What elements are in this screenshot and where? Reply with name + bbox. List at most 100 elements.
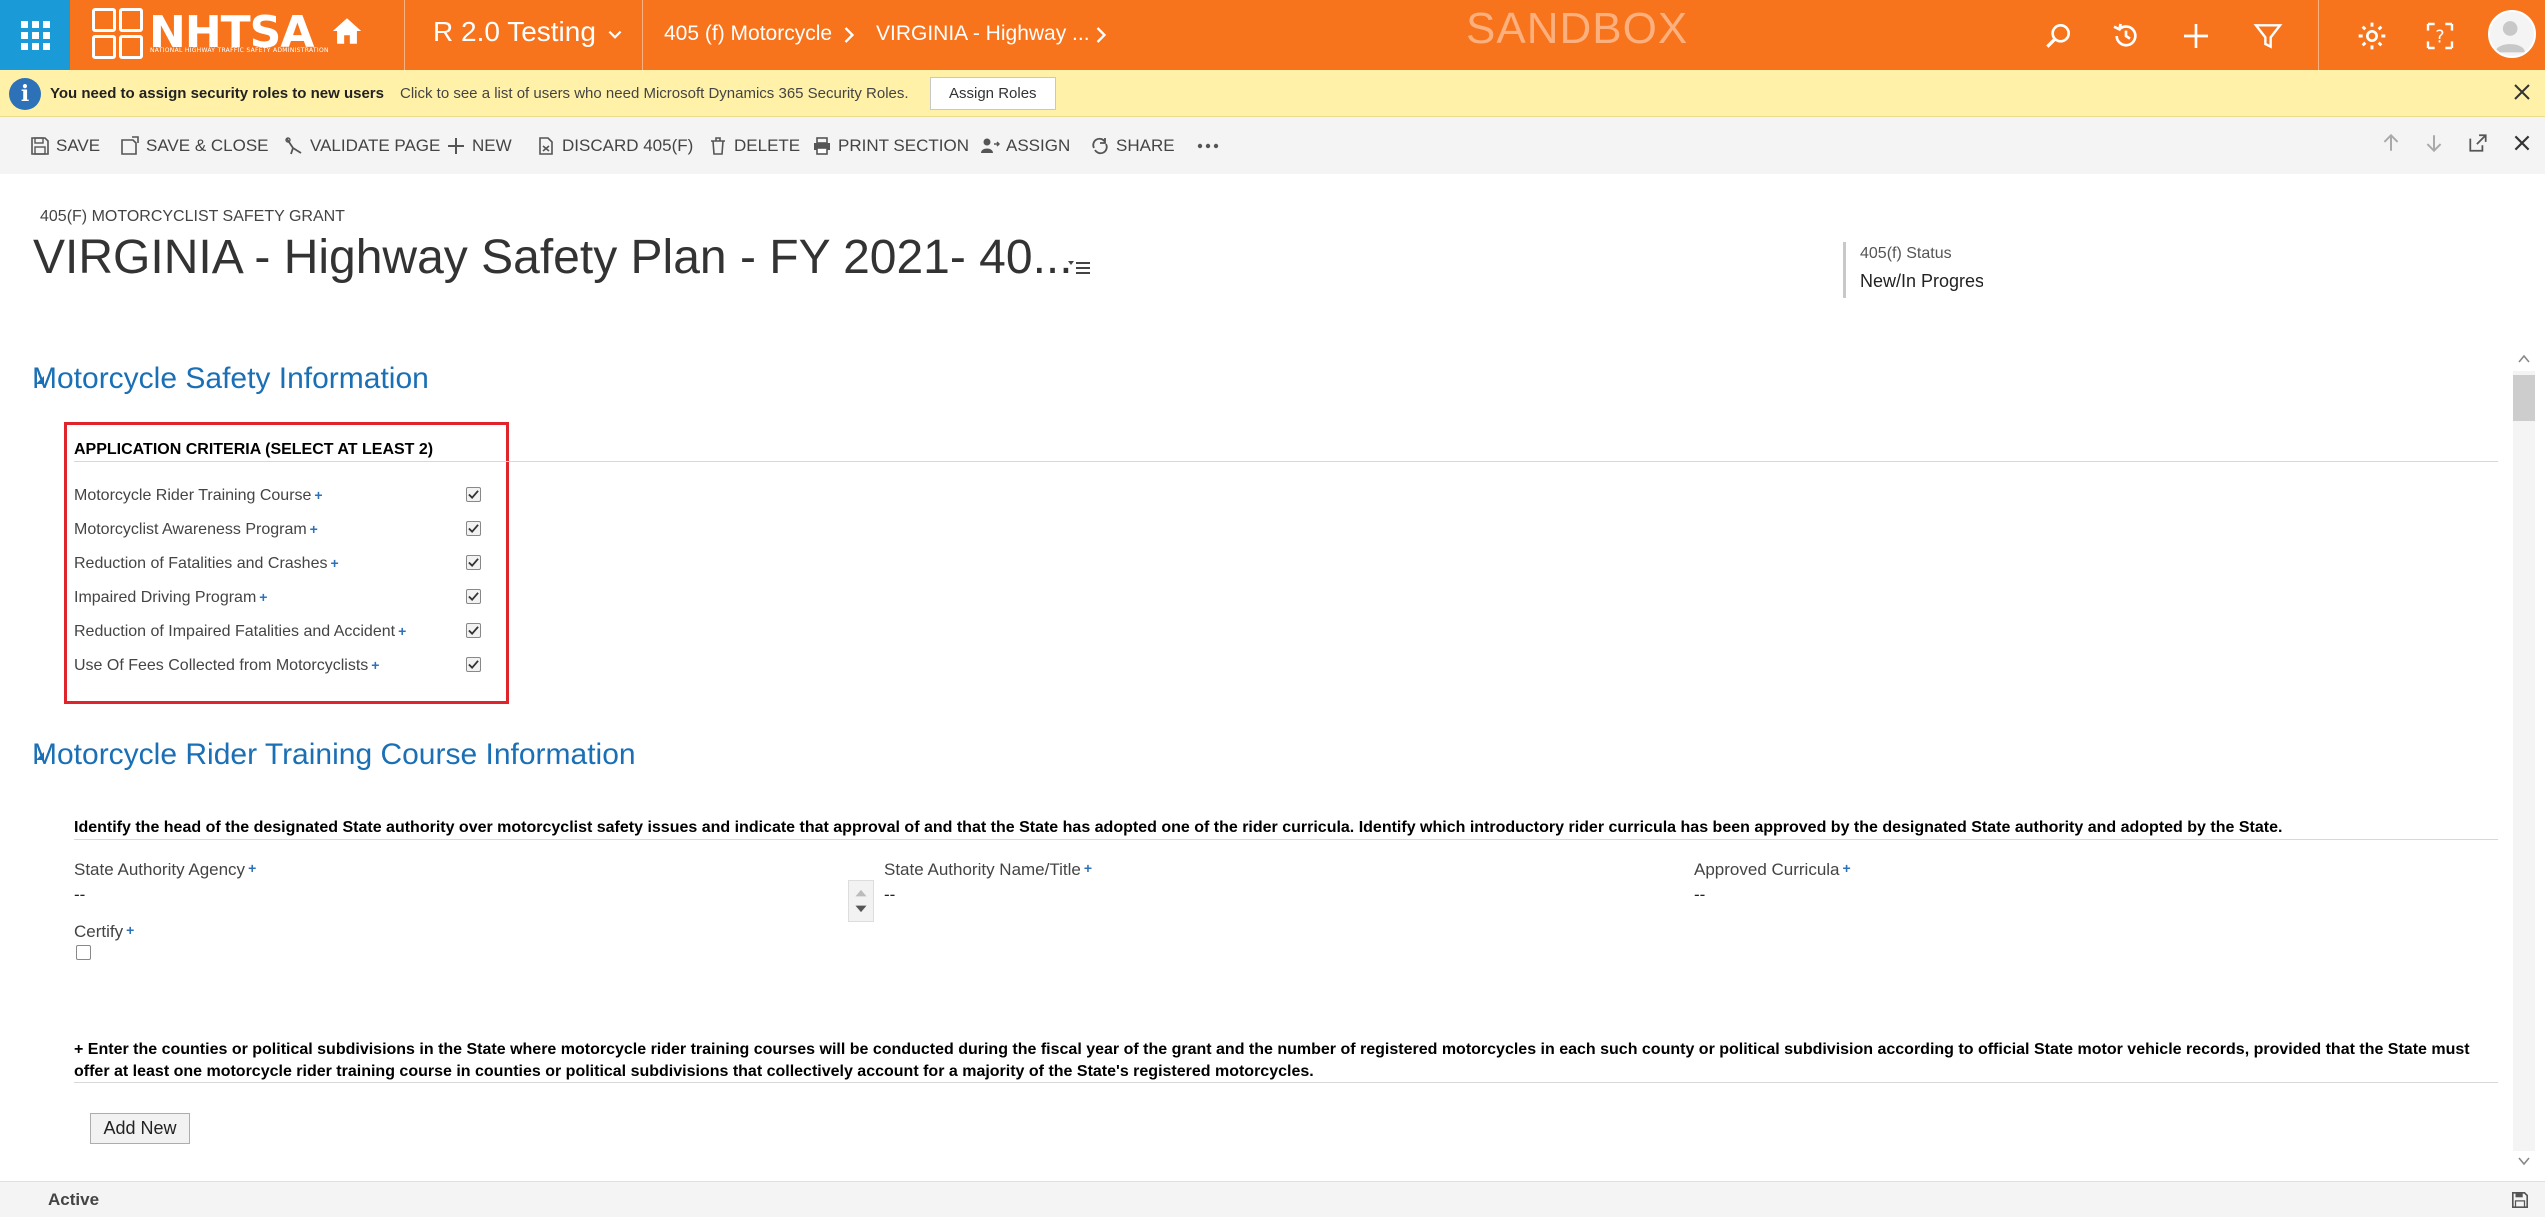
- criteria-row: Motorcyclist Awareness Program +: [74, 517, 484, 545]
- status-bar: Active: [0, 1181, 2545, 1217]
- spinner-arrows-icon: [855, 889, 867, 913]
- pop-out-icon[interactable]: [2467, 132, 2489, 154]
- state-authority-agency-label: State Authority Agency +: [74, 860, 257, 879]
- help-icon[interactable]: ?: [2424, 20, 2456, 52]
- status-label: 405(f) Status: [1860, 245, 1952, 262]
- delete-label: DELETE: [734, 136, 801, 155]
- scroll-thumb[interactable]: [2513, 375, 2535, 421]
- notification-message[interactable]: Click to see a list of users who need Mi…: [400, 85, 909, 102]
- criteria-row: Impaired Driving Program +: [74, 585, 484, 613]
- section-title-motorcycle-safety[interactable]: Motorcycle Safety Information: [32, 362, 429, 396]
- approved-curricula-label: Approved Curricula +: [1694, 860, 1851, 879]
- filter-icon[interactable]: [2252, 20, 2284, 52]
- info-icon: i: [9, 78, 41, 110]
- save-close-label: SAVE & CLOSE: [146, 136, 269, 155]
- app-launcher-button[interactable]: [0, 0, 70, 70]
- chevron-right-icon[interactable]: [1094, 25, 1108, 45]
- discard-label: DISCARD 405(F): [562, 136, 694, 155]
- criteria-row: Reduction of Impaired Fatalities and Acc…: [74, 619, 484, 647]
- spinner-control[interactable]: [848, 880, 874, 922]
- save-icon[interactable]: [2511, 1191, 2529, 1209]
- scroll-track[interactable]: [2513, 371, 2535, 1151]
- breadcrumb-entity[interactable]: 405 (f) Motorcycle: [664, 22, 832, 46]
- approved-curricula-value[interactable]: --: [1694, 885, 1705, 905]
- print-section-label: PRINT SECTION: [838, 136, 969, 155]
- form-selector-icon[interactable]: [1066, 256, 1092, 278]
- close-icon[interactable]: [2510, 80, 2534, 104]
- environment-label: SANDBOX: [1466, 4, 1689, 53]
- waffle-icon: [20, 20, 50, 50]
- app-name[interactable]: R 2.0 Testing: [433, 16, 596, 48]
- state-authority-name-value[interactable]: --: [884, 885, 895, 905]
- assign-label: ASSIGN: [1006, 136, 1071, 155]
- divider: [2318, 0, 2319, 70]
- print-icon: [814, 137, 830, 155]
- counties-instructions: + Enter the counties or political subdiv…: [74, 1041, 2470, 1080]
- save-close-icon: [121, 136, 139, 155]
- validate-page-label: VALIDATE PAGE: [310, 136, 441, 155]
- notification-bar: i You need to assign security roles to n…: [0, 70, 2545, 117]
- add-new-button[interactable]: Add New: [90, 1113, 190, 1144]
- criteria-label: Reduction of Impaired Fatalities and Acc…: [74, 623, 407, 640]
- more-commands-icon[interactable]: [1196, 134, 1220, 158]
- divider: [74, 1082, 2498, 1083]
- vertical-scrollbar[interactable]: [2508, 345, 2538, 1175]
- criteria-checkbox[interactable]: [466, 521, 481, 536]
- plus-icon: [448, 138, 464, 154]
- share-label: SHARE: [1116, 136, 1175, 155]
- certify-checkbox[interactable]: [76, 945, 91, 960]
- criteria-row: Motorcycle Rider Training Course +: [74, 483, 484, 511]
- share-icon: [1092, 137, 1108, 155]
- validate-icon: [285, 137, 302, 155]
- criteria-checkbox[interactable]: [466, 555, 481, 570]
- criteria-label: Use Of Fees Collected from Motorcyclists…: [74, 657, 380, 674]
- home-icon[interactable]: [330, 14, 364, 48]
- print-section-button[interactable]: PRINT SECTION: [812, 134, 969, 158]
- status-value: New/In Progress: [1860, 271, 1983, 291]
- section-title-rider-training[interactable]: Motorcycle Rider Training Course Informa…: [32, 738, 636, 772]
- state-authority-agency-value[interactable]: --: [74, 885, 85, 905]
- discard-icon: [539, 137, 553, 155]
- close-form-icon[interactable]: [2511, 132, 2533, 154]
- discard-button[interactable]: DISCARD 405(F): [536, 134, 693, 158]
- new-button[interactable]: NEW: [446, 134, 512, 158]
- arrow-up-icon[interactable]: [2380, 132, 2402, 154]
- save-close-button[interactable]: SAVE & CLOSE: [120, 134, 269, 158]
- page-title: VIRGINIA - Highway Safety Plan - FY 2021…: [33, 231, 1073, 284]
- history-icon[interactable]: [2110, 20, 2142, 52]
- gear-icon[interactable]: [2356, 20, 2388, 52]
- criteria-checkbox[interactable]: [466, 487, 481, 502]
- new-label: NEW: [472, 136, 512, 155]
- trash-icon: [711, 137, 725, 155]
- validate-page-button[interactable]: VALIDATE PAGE: [284, 134, 440, 158]
- assign-icon: [981, 138, 1000, 153]
- share-button[interactable]: SHARE: [1090, 134, 1175, 158]
- criteria-row: Use Of Fees Collected from Motorcyclists…: [74, 653, 484, 681]
- delete-button[interactable]: DELETE: [708, 134, 800, 158]
- plus-icon[interactable]: [2180, 20, 2212, 52]
- scroll-down-icon[interactable]: [2517, 1155, 2531, 1167]
- search-icon[interactable]: [2042, 20, 2074, 52]
- arrow-down-icon[interactable]: [2423, 132, 2445, 154]
- criteria-checkbox[interactable]: [466, 623, 481, 638]
- avatar-icon[interactable]: [2488, 10, 2536, 58]
- assign-roles-button[interactable]: Assign Roles: [930, 77, 1056, 110]
- divider: [74, 839, 2498, 840]
- breadcrumb-record[interactable]: VIRGINIA - Highway ...: [876, 22, 1090, 46]
- save-button[interactable]: SAVE: [30, 134, 100, 158]
- command-bar: SAVE SAVE & CLOSE VALIDATE PAGE NEW DISC…: [0, 117, 2545, 174]
- criteria-checkbox[interactable]: [466, 589, 481, 604]
- assign-button[interactable]: ASSIGN: [980, 134, 1070, 158]
- criteria-label: Reduction of Fatalities and Crashes +: [74, 555, 339, 572]
- top-navigation-bar: NHTSA NATIONAL HIGHWAY TRAFFIC SAFETY AD…: [0, 0, 2545, 70]
- criteria-header: APPLICATION CRITERIA (SELECT AT LEAST 2): [74, 441, 434, 458]
- divider: [404, 0, 405, 70]
- divider: [642, 0, 643, 70]
- svg-text:?: ?: [2435, 28, 2444, 48]
- chevron-down-icon[interactable]: [606, 26, 624, 44]
- certify-label: Certify +: [74, 922, 135, 941]
- entity-label: 405(F) MOTORCYCLIST SAFETY GRANT: [40, 208, 345, 225]
- criteria-label: Impaired Driving Program +: [74, 589, 268, 606]
- criteria-checkbox[interactable]: [466, 657, 481, 672]
- scroll-up-icon[interactable]: [2517, 353, 2531, 365]
